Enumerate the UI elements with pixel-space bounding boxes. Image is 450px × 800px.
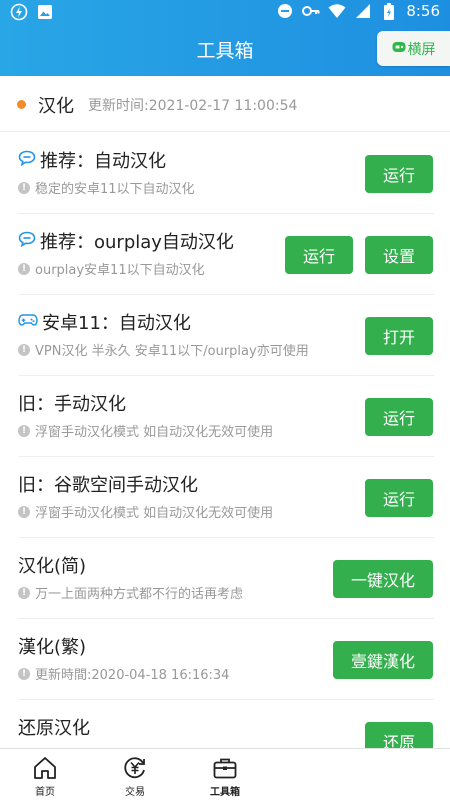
list-item: 漢化(繁) ! 更新時間:2020-04-18 16:16:34 壹鍵漢化 [18, 619, 434, 700]
item-title: 推荐：自动汉化 [40, 151, 166, 172]
status-time: 8:56 [406, 2, 440, 20]
list-item: 旧：谷歌空间手动汉化 ! 浮窗手动汉化模式 如自动汉化无效可使用 运行 [18, 457, 434, 538]
run-button[interactable]: 运行 [365, 155, 433, 193]
home-icon [32, 755, 58, 781]
key-icon [302, 2, 320, 20]
run-button[interactable]: 运行 [285, 236, 353, 274]
item-title: 推荐：ourplay自动汉化 [40, 232, 234, 253]
nav-label: 交易 [125, 787, 145, 798]
status-bar: 8:56 [0, 0, 450, 26]
chat-icon [18, 231, 36, 252]
signal-icon [354, 2, 372, 20]
run-button[interactable]: 运行 [365, 398, 433, 436]
settings-button[interactable]: 设置 [365, 236, 433, 274]
list-item: 安卓11：自动汉化 ! VPN汉化 半永久 安卓11以下/ourplay亦可使用… [18, 295, 434, 376]
image-icon [36, 3, 54, 21]
section-dot [17, 100, 26, 109]
nav-toolbox[interactable]: 工具箱 [190, 755, 260, 798]
nav-label: 首页 [35, 787, 55, 798]
item-subtitle: 浮窗手动汉化模式 如自动汉化无效可使用 [35, 425, 274, 440]
list-item: 旧：手动汉化 ! 浮窗手动汉化模式 如自动汉化无效可使用 运行 [18, 376, 434, 457]
info-icon: ! [18, 343, 30, 356]
item-subtitle: 稳定的安卓11以下自动汉化 [35, 182, 195, 197]
info-icon: ! [18, 667, 30, 680]
item-subtitle: 万一上面两种方式都不行的话再考虑 [35, 587, 244, 602]
info-icon: ! [18, 181, 30, 194]
list-item: 推荐：ourplay自动汉化 ! ourplay安卓11以下自动汉化 运行 设置 [18, 214, 434, 295]
section-name: 汉化 [38, 96, 74, 117]
item-title: 还原汉化 [18, 718, 90, 739]
list-item: 推荐：自动汉化 ! 稳定的安卓11以下自动汉化 运行 [18, 133, 434, 214]
section-header: 汉化 更新时间:2021-02-17 11:00:54 [0, 76, 450, 132]
bottom-nav: 首页 交易 工具箱 [0, 748, 450, 800]
open-button[interactable]: 打开 [365, 317, 433, 355]
info-icon: ! [18, 262, 30, 275]
item-title: 安卓11：自动汉化 [42, 313, 191, 334]
chat-icon [18, 150, 36, 171]
item-subtitle: 更新時間:2020-04-18 16:16:34 [35, 668, 230, 683]
item-subtitle: VPN汉化 半永久 安卓11以下/ourplay亦可使用 [35, 344, 309, 359]
nav-label: 工具箱 [210, 787, 240, 798]
gamepad-icon [18, 312, 38, 333]
lightning-icon [10, 3, 28, 21]
toolbox-icon [212, 755, 238, 781]
info-icon: ! [18, 586, 30, 599]
run-button[interactable]: 运行 [365, 479, 433, 517]
landscape-label: 横屏 [407, 41, 436, 58]
info-icon: ! [18, 424, 30, 437]
battery-icon [380, 2, 398, 20]
gamepad-icon [392, 41, 406, 57]
nav-home[interactable]: 首页 [10, 755, 80, 798]
item-title: 汉化(简) [18, 556, 87, 577]
nav-trade[interactable]: 交易 [100, 755, 170, 798]
one-click-localize-traditional-button[interactable]: 壹鍵漢化 [333, 641, 433, 679]
list-item: 汉化(简) ! 万一上面两种方式都不行的话再考虑 一键汉化 [18, 538, 434, 619]
item-title: 旧：谷歌空间手动汉化 [18, 475, 198, 496]
landscape-button[interactable]: 横屏 [377, 31, 450, 66]
section-update-time: 更新时间:2021-02-17 11:00:54 [88, 98, 298, 114]
wifi-icon [328, 2, 346, 20]
item-title: 漢化(繁) [18, 637, 87, 658]
dnd-icon [276, 2, 294, 20]
one-click-localize-button[interactable]: 一键汉化 [333, 560, 433, 598]
yuan-exchange-icon [122, 755, 148, 781]
item-subtitle: ourplay安卓11以下自动汉化 [35, 263, 205, 278]
item-title: 旧：手动汉化 [18, 394, 126, 415]
top-bar: 8:56 工具箱 横屏 [0, 0, 450, 76]
info-icon: ! [18, 505, 30, 518]
item-subtitle: 浮窗手动汉化模式 如自动汉化无效可使用 [35, 506, 274, 521]
